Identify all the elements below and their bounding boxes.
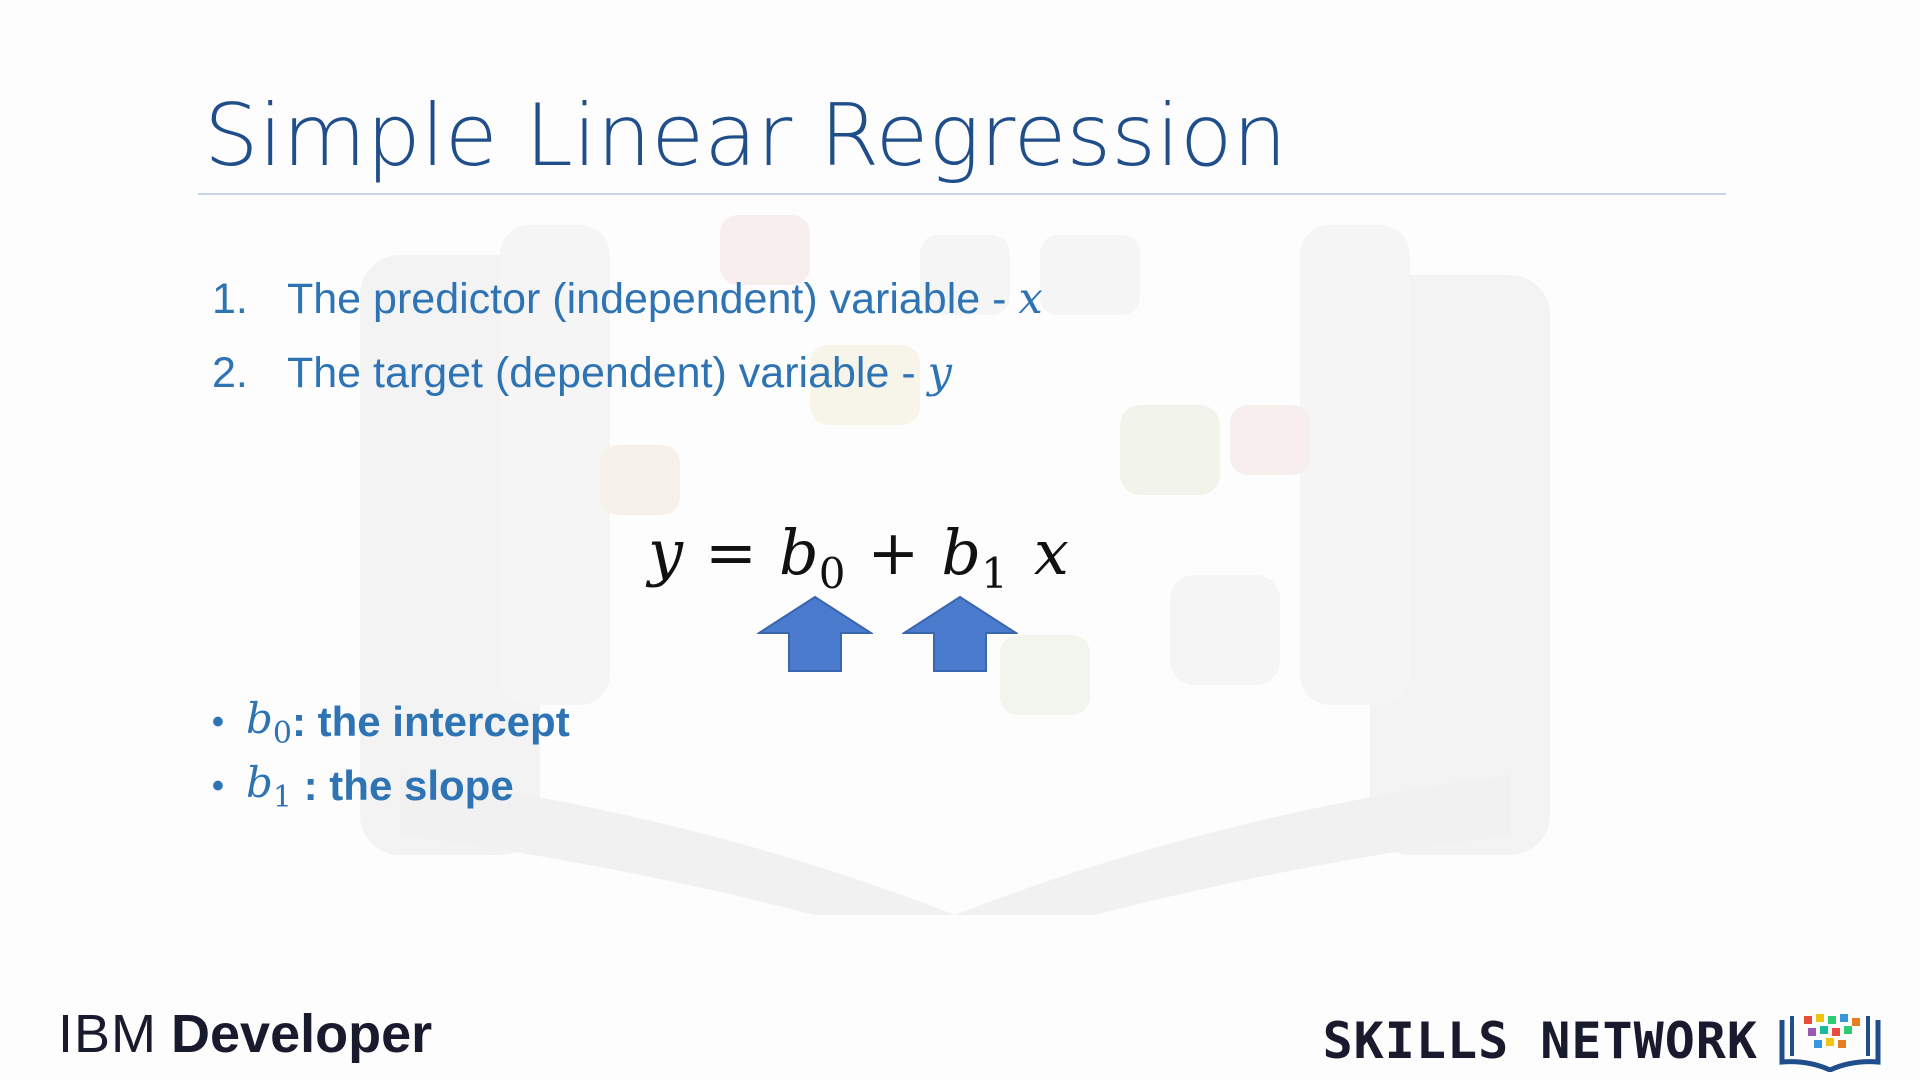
list-item: • b0 : the intercept bbox=[212, 690, 570, 754]
skills-network-text: SKILLS NETWORK bbox=[1322, 1012, 1758, 1070]
equation-x: x bbox=[1033, 516, 1069, 589]
equation-b1-subscript: 1 bbox=[981, 549, 1008, 598]
coefficient-description: : the intercept bbox=[291, 698, 570, 745]
title-divider bbox=[198, 193, 1726, 195]
list-item-text: The predictor (independent) variable - bbox=[287, 274, 1007, 323]
list-item-variable: y bbox=[927, 348, 952, 398]
regression-equation: y = b0 + b1 x bbox=[648, 516, 1069, 598]
up-arrow-icon bbox=[757, 595, 873, 672]
list-item-number: 1. bbox=[212, 274, 248, 323]
equation-y: y bbox=[648, 516, 684, 589]
bullet-icon: • bbox=[212, 766, 224, 805]
skills-network-logo: SKILLS NETWORK bbox=[1323, 1010, 1882, 1072]
equation-b0: b bbox=[778, 516, 819, 589]
up-arrow-icon bbox=[902, 595, 1018, 672]
slide-title: Simple Linear Regression bbox=[204, 86, 1288, 186]
ibm-logo-text: IBM bbox=[58, 1004, 158, 1064]
equation-plus: + bbox=[867, 516, 920, 589]
equation-b1: b bbox=[941, 516, 982, 589]
variable-list: 1. The predictor (independent) variable … bbox=[212, 262, 1043, 410]
coefficient-symbol: b0 bbox=[246, 693, 292, 751]
list-item-number: 2. bbox=[212, 348, 248, 397]
slide: Simple Linear Regression 1. The predicto… bbox=[0, 0, 1920, 1080]
coefficient-description: : the slope bbox=[291, 762, 514, 809]
list-item: • b1 : the slope bbox=[212, 754, 570, 818]
equation-equals: = bbox=[705, 516, 757, 589]
list-item: 2. The target (dependent) variable - y bbox=[212, 336, 1043, 410]
list-item-variable: x bbox=[1018, 274, 1043, 324]
ibm-developer-logo: IBM Developer bbox=[58, 1003, 432, 1065]
skills-network-book-icon bbox=[1779, 1014, 1881, 1072]
equation-b0-subscript: 0 bbox=[818, 549, 846, 598]
list-item-text: The target (dependent) variable - bbox=[287, 348, 916, 397]
developer-logo-text: Developer bbox=[171, 1004, 433, 1064]
list-item: 1. The predictor (independent) variable … bbox=[212, 262, 1043, 336]
bullet-icon: • bbox=[212, 702, 224, 741]
coefficient-list: • b0 : the intercept • b1 : the slope bbox=[212, 690, 570, 818]
coefficient-symbol: b1 bbox=[246, 757, 292, 815]
